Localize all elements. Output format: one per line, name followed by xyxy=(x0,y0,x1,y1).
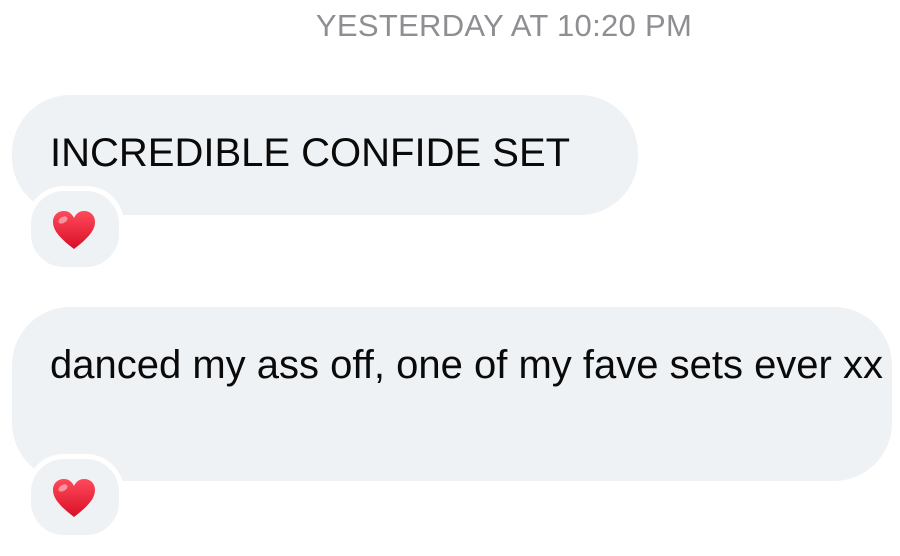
message-timestamp: YESTERDAY AT 10:20 PM xyxy=(315,8,693,43)
message-bubble[interactable]: danced my ass off, one of my fave sets e… xyxy=(12,307,892,481)
reaction-badge[interactable] xyxy=(26,186,124,272)
red-heart-icon xyxy=(53,479,95,517)
reaction-badge[interactable] xyxy=(26,454,124,540)
message-text: INCREDIBLE CONFIDE SET xyxy=(50,131,571,175)
message-text: danced my ass off, one of my fave sets e… xyxy=(50,343,883,387)
red-heart-icon xyxy=(53,211,95,249)
